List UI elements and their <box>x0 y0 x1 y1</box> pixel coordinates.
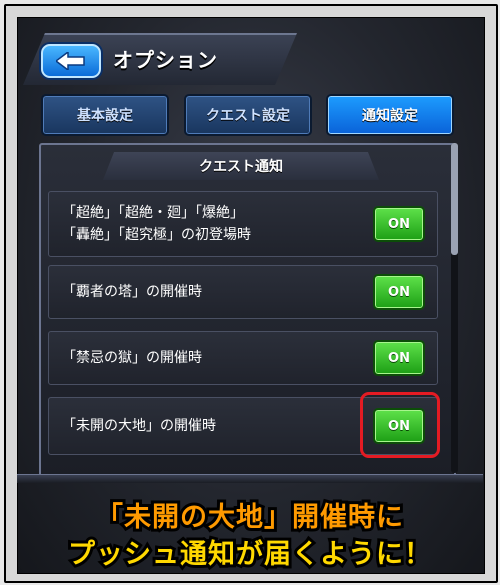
row-label-line: 「轟絶」「超究極」の初登場時 <box>62 227 251 243</box>
row-label-line: 「超絶」「超絶・廻」「爆絶」 <box>62 205 244 221</box>
row-label: 「超絶」「超絶・廻」「爆絶」 「轟絶」「超究極」の初登場時 <box>62 192 251 256</box>
row-label: 「覇者の塔」の開催時 <box>62 266 202 318</box>
list-item: 「禁忌の獄」の開催時 ON <box>48 331 438 385</box>
list-item: 「超絶」「超絶・廻」「爆絶」 「轟絶」「超究極」の初登場時 ON <box>48 191 438 257</box>
tab-quest-settings[interactable]: クエスト設定 <box>184 94 312 136</box>
scrollbar-thumb[interactable] <box>451 143 458 255</box>
row-label-line: 「覇者の塔」の開催時 <box>62 284 202 300</box>
toggle-switch[interactable]: ON <box>373 274 425 310</box>
row-label-line: 「禁忌の獄」の開催時 <box>62 350 202 366</box>
toggle-switch[interactable]: ON <box>373 340 425 376</box>
highlight-box <box>360 392 440 458</box>
row-label: 「禁忌の獄」の開催時 <box>62 332 202 384</box>
row-label-line: 「未開の大地」の開催時 <box>62 418 216 434</box>
list-item: 「覇者の塔」の開催時 ON <box>48 265 438 319</box>
toggle-switch[interactable]: ON <box>373 206 425 242</box>
tab-notification-settings[interactable]: 通知設定 <box>326 94 454 136</box>
tab-basic-settings[interactable]: 基本設定 <box>41 94 169 136</box>
back-arrow-icon <box>56 52 85 70</box>
page-title: オプション <box>113 48 218 72</box>
section-title: クエスト通知 <box>103 152 379 180</box>
row-label: 「未開の大地」の開催時 <box>62 398 216 454</box>
screen-bottom-edge <box>17 474 483 483</box>
caption-line: プッシュ通知が届くように！ <box>65 536 434 573</box>
back-button[interactable] <box>41 44 101 78</box>
caption-line: 「未開の大地」開催時に <box>93 499 406 536</box>
